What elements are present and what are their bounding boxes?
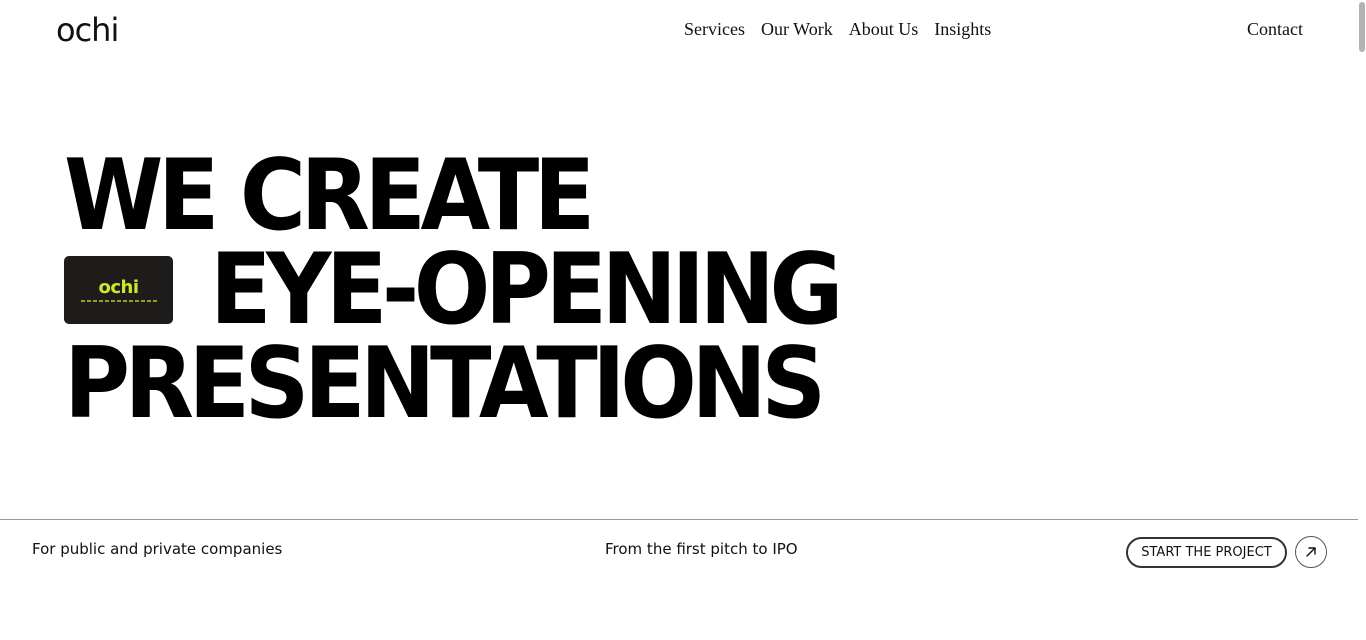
hero-headline-line-2: EYE-OPENING — [210, 233, 843, 347]
thumbnail-logo: ochi — [98, 276, 139, 298]
start-project-button[interactable]: START THE PROJECT — [1126, 537, 1287, 568]
nav-our-work[interactable]: Our Work — [761, 18, 833, 40]
scope-text: From the first pitch to IPO — [605, 540, 798, 558]
nav-contact[interactable]: Contact — [1247, 18, 1303, 40]
nav-about-us[interactable]: About Us — [849, 18, 919, 40]
thumbnail-tagline-rule — [80, 299, 157, 302]
hero-thumbnail: ochi — [64, 256, 173, 324]
scrollbar[interactable] — [1358, 0, 1366, 640]
scrollbar-thumb[interactable] — [1359, 2, 1365, 52]
hero-headline-line-3: PRESENTATIONS — [64, 327, 826, 441]
nav-insights[interactable]: Insights — [934, 18, 991, 40]
nav-services[interactable]: Services — [684, 18, 745, 40]
hero-headline-line-1: WE CREATE — [64, 139, 595, 253]
main-nav: Services Our Work About Us Insights — [684, 18, 991, 40]
logo[interactable]: ochi — [56, 10, 119, 50]
audience-text: For public and private companies — [32, 540, 283, 558]
divider — [0, 519, 1358, 520]
arrow-up-right-icon[interactable] — [1295, 536, 1327, 568]
